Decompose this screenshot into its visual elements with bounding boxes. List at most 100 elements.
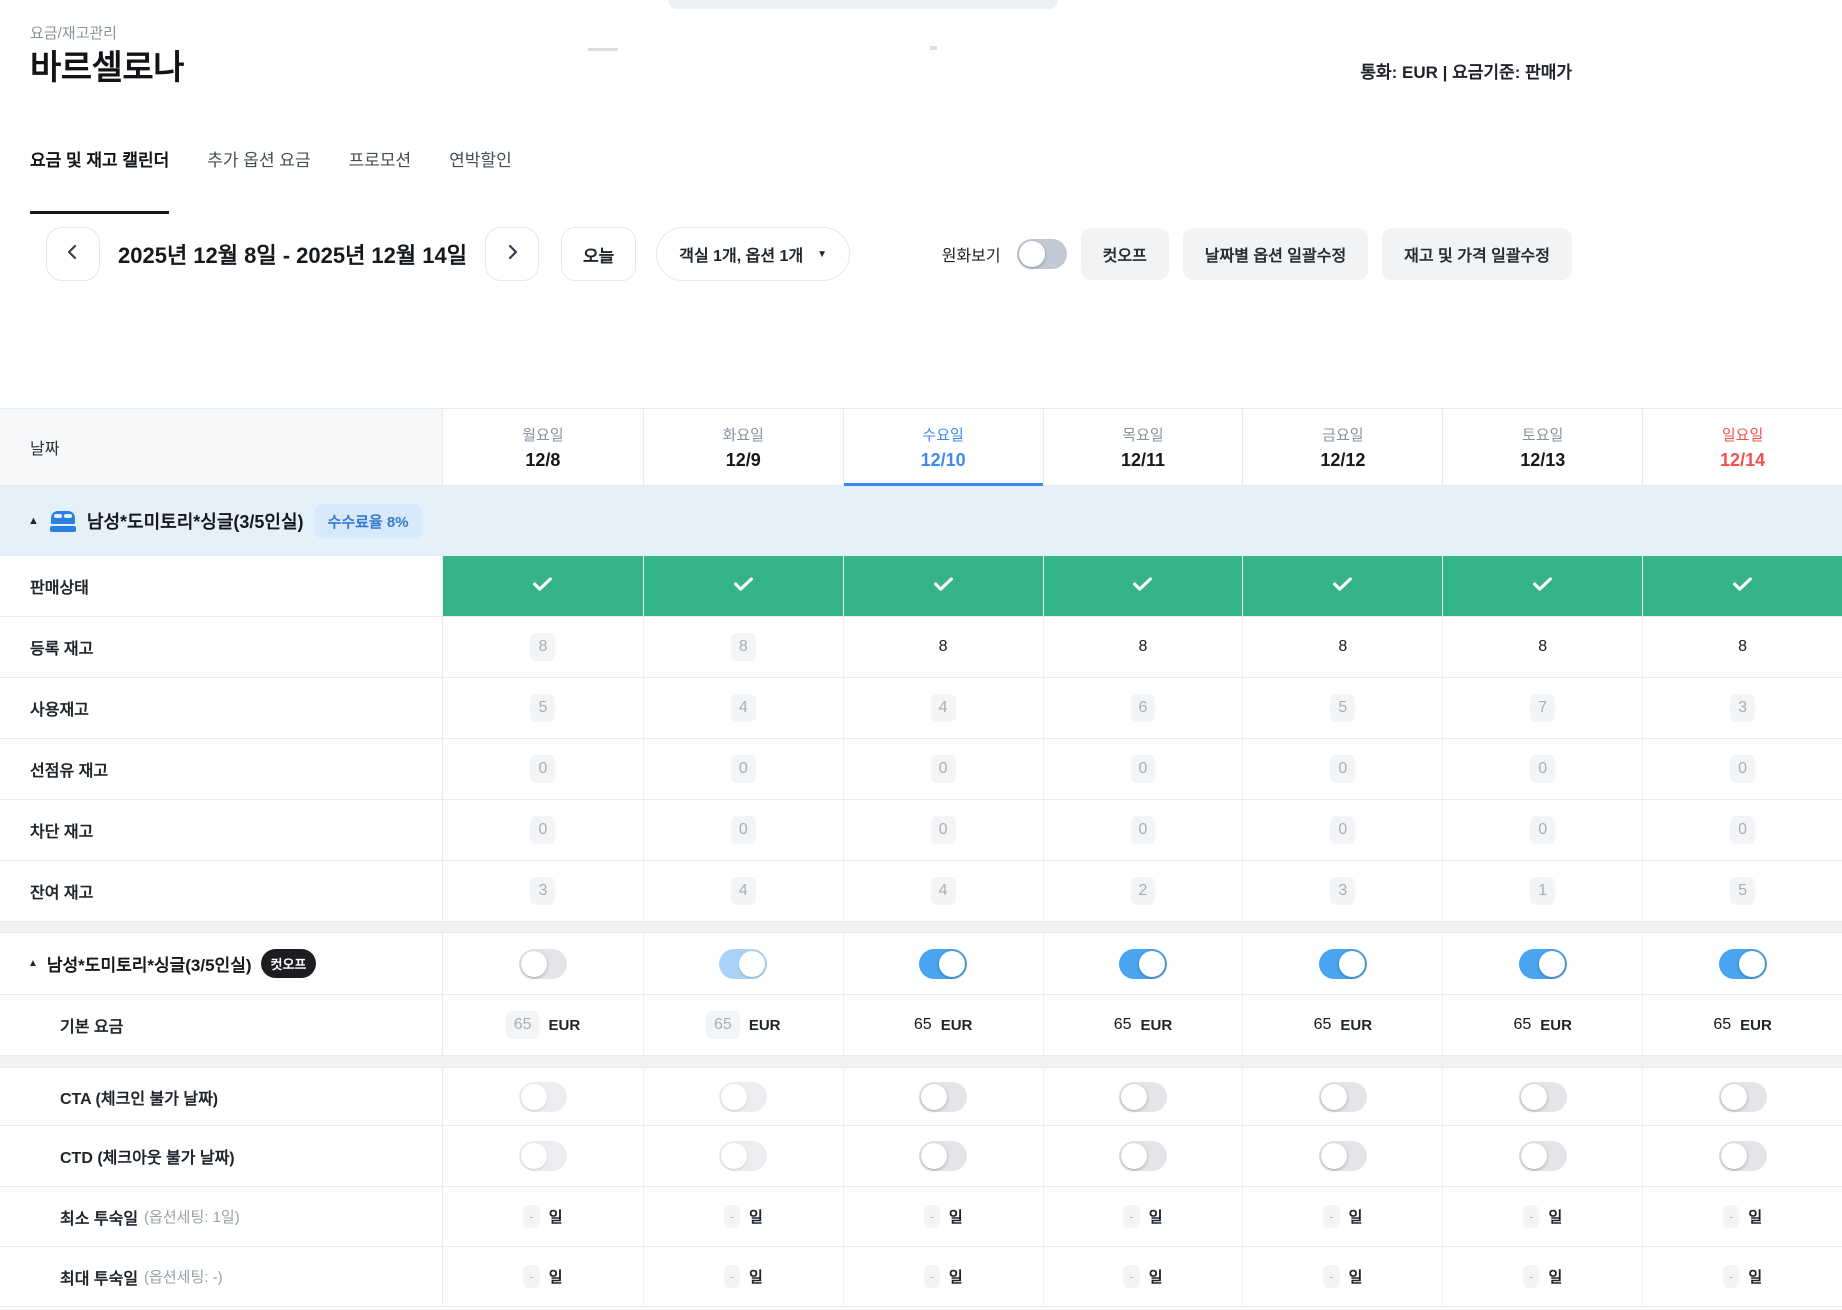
redacted-text [588,48,618,51]
min-stay-input[interactable]: - [1323,1205,1339,1228]
tab-consecutive-discount[interactable]: 연박할인 [449,146,512,214]
room-option-select[interactable]: 객실 1개, 옵션 1개 ▼ [656,227,850,281]
stock-cell: 4 [843,861,1043,921]
toggle-knob [521,951,547,977]
stock-cell: 4 [643,678,843,738]
min-stay-input[interactable]: - [924,1205,940,1228]
day-header-12/14[interactable]: 일요일12/14 [1642,409,1842,485]
sale-status-cell[interactable] [1442,556,1642,616]
stock-cell[interactable]: 8 [843,617,1043,677]
ctd-toggle[interactable] [1519,1141,1567,1171]
ctd-toggle[interactable] [919,1141,967,1171]
stock-cell[interactable]: 8 [1043,617,1243,677]
ctd-toggle [519,1141,567,1171]
stock-cell[interactable]: 8 [1442,617,1642,677]
collapse-arrow-icon[interactable]: ▲ [28,958,38,969]
redacted-text [930,46,937,50]
base-price-row: 기본 요금 65EUR65EUR65EUR65EUR65EUR65EUR65EU… [0,995,1842,1056]
stock-input[interactable]: 8 [1139,638,1148,656]
stock-value: 8 [530,633,555,661]
ctd-toggle[interactable] [1119,1141,1167,1171]
bulk-stock-price-edit-button[interactable]: 재고 및 가격 일괄수정 [1382,228,1572,280]
max-stay-row: 최대 투숙일 (옵션세팅: -) -일-일-일-일-일-일-일 [0,1247,1842,1307]
min-stay-input[interactable]: - [1123,1205,1139,1228]
sale-status-cell[interactable] [1043,556,1243,616]
cta-toggle[interactable] [919,1082,967,1112]
ctd-toggle-cell [643,1126,843,1186]
price-cell[interactable]: 65EUR [1043,995,1243,1055]
sale-status-cell[interactable] [1242,556,1442,616]
day-header-12/8[interactable]: 월요일12/8 [443,409,643,485]
stock-cell[interactable]: 8 [1642,617,1842,677]
toggle-knob [1321,1084,1347,1110]
sale-status-cell[interactable] [643,556,843,616]
max-stay-cell: -일 [1442,1247,1642,1306]
cta-toggle[interactable] [1719,1082,1767,1112]
min-stay-cell: -일 [843,1187,1043,1246]
max-stay-cell: -일 [843,1247,1043,1306]
option-sale-toggle[interactable] [1119,949,1167,979]
day-header-12/10[interactable]: 수요일12/10 [843,409,1043,485]
stock-value: 0 [1131,816,1156,844]
next-week-button[interactable] [485,227,539,281]
cta-toggle[interactable] [1319,1082,1367,1112]
option-sale-toggle[interactable] [1319,949,1367,979]
stock-value: 8 [731,633,756,661]
collapse-arrow-icon[interactable]: ▲ [28,515,39,527]
max-stay-input[interactable]: - [1123,1265,1139,1288]
stock-input[interactable]: 8 [1738,638,1747,656]
prev-week-button[interactable] [46,227,100,281]
day-header-12/11[interactable]: 목요일12/11 [1043,409,1243,485]
ctd-toggle[interactable] [1319,1141,1367,1171]
max-stay-input[interactable]: - [1523,1265,1539,1288]
max-stay-input[interactable]: - [1323,1265,1339,1288]
price-cell[interactable]: 65EUR [1442,995,1642,1055]
min-stay-input[interactable]: - [1723,1205,1739,1228]
cta-toggle[interactable] [1519,1082,1567,1112]
max-stay-input[interactable]: - [924,1265,940,1288]
price-input[interactable]: 65 [1114,1016,1132,1034]
day-header-12/12[interactable]: 금요일12/12 [1242,409,1442,485]
toggle-knob [1539,951,1565,977]
price-cell[interactable]: 65EUR [1642,995,1842,1055]
stock-input[interactable]: 8 [1338,638,1347,656]
price-input[interactable]: 65 [1713,1016,1731,1034]
day-header-12/9[interactable]: 화요일12/9 [643,409,843,485]
today-button[interactable]: 오늘 [561,227,636,281]
option-sale-toggle[interactable] [1719,949,1767,979]
tab-extra-option-rates[interactable]: 추가 옵션 요금 [207,146,310,214]
day-header-12/13[interactable]: 토요일12/13 [1442,409,1642,485]
tab-rate-inventory-calendar[interactable]: 요금 및 재고 캘린더 [30,146,169,214]
stock-cell[interactable]: 8 [1242,617,1442,677]
stock-input[interactable]: 8 [939,638,948,656]
ctd-label: CTD (체크아웃 불가 날짜) [0,1126,443,1186]
price-input[interactable]: 65 [914,1016,932,1034]
price-input[interactable]: 65 [1513,1016,1531,1034]
price-input[interactable]: 65 [1314,1016,1332,1034]
option-sale-toggle[interactable] [519,949,567,979]
sale-status-cell[interactable] [843,556,1043,616]
max-stay-input[interactable]: - [1723,1265,1739,1288]
cutoff-button[interactable]: 컷오프 [1081,228,1169,280]
price-cell[interactable]: 65EUR [1242,995,1442,1055]
min-stay-input[interactable]: - [1523,1205,1539,1228]
sale-status-cell[interactable] [443,556,643,616]
stock-cell: 0 [643,800,843,860]
stock-input[interactable]: 8 [1538,638,1547,656]
stock-value: 5 [1330,694,1355,722]
ctd-toggle[interactable] [1719,1141,1767,1171]
price-cell[interactable]: 65EUR [843,995,1043,1055]
krw-view-toggle[interactable] [1017,239,1067,269]
option-section-label[interactable]: ▲ 남성*도미토리*싱글(3/5인실) 컷오프 [0,933,443,994]
option-name: 남성*도미토리*싱글(3/5인실) [47,951,252,976]
bulk-option-edit-button[interactable]: 날짜별 옵션 일괄수정 [1183,228,1368,280]
cta-toggle[interactable] [1119,1082,1167,1112]
cta-toggle-cell [643,1068,843,1125]
currency-note: 통화: EUR | 요금기준: 판매가 [1360,58,1572,83]
room-section-header[interactable]: ▲ 남성*도미토리*싱글(3/5인실) 수수료율 8% [0,486,1842,556]
sale-status-cell[interactable] [1642,556,1842,616]
tab-promotion[interactable]: 프로모션 [349,146,412,214]
toggle-knob [1521,1084,1547,1110]
option-sale-toggle[interactable] [919,949,967,979]
option-sale-toggle[interactable] [1519,949,1567,979]
